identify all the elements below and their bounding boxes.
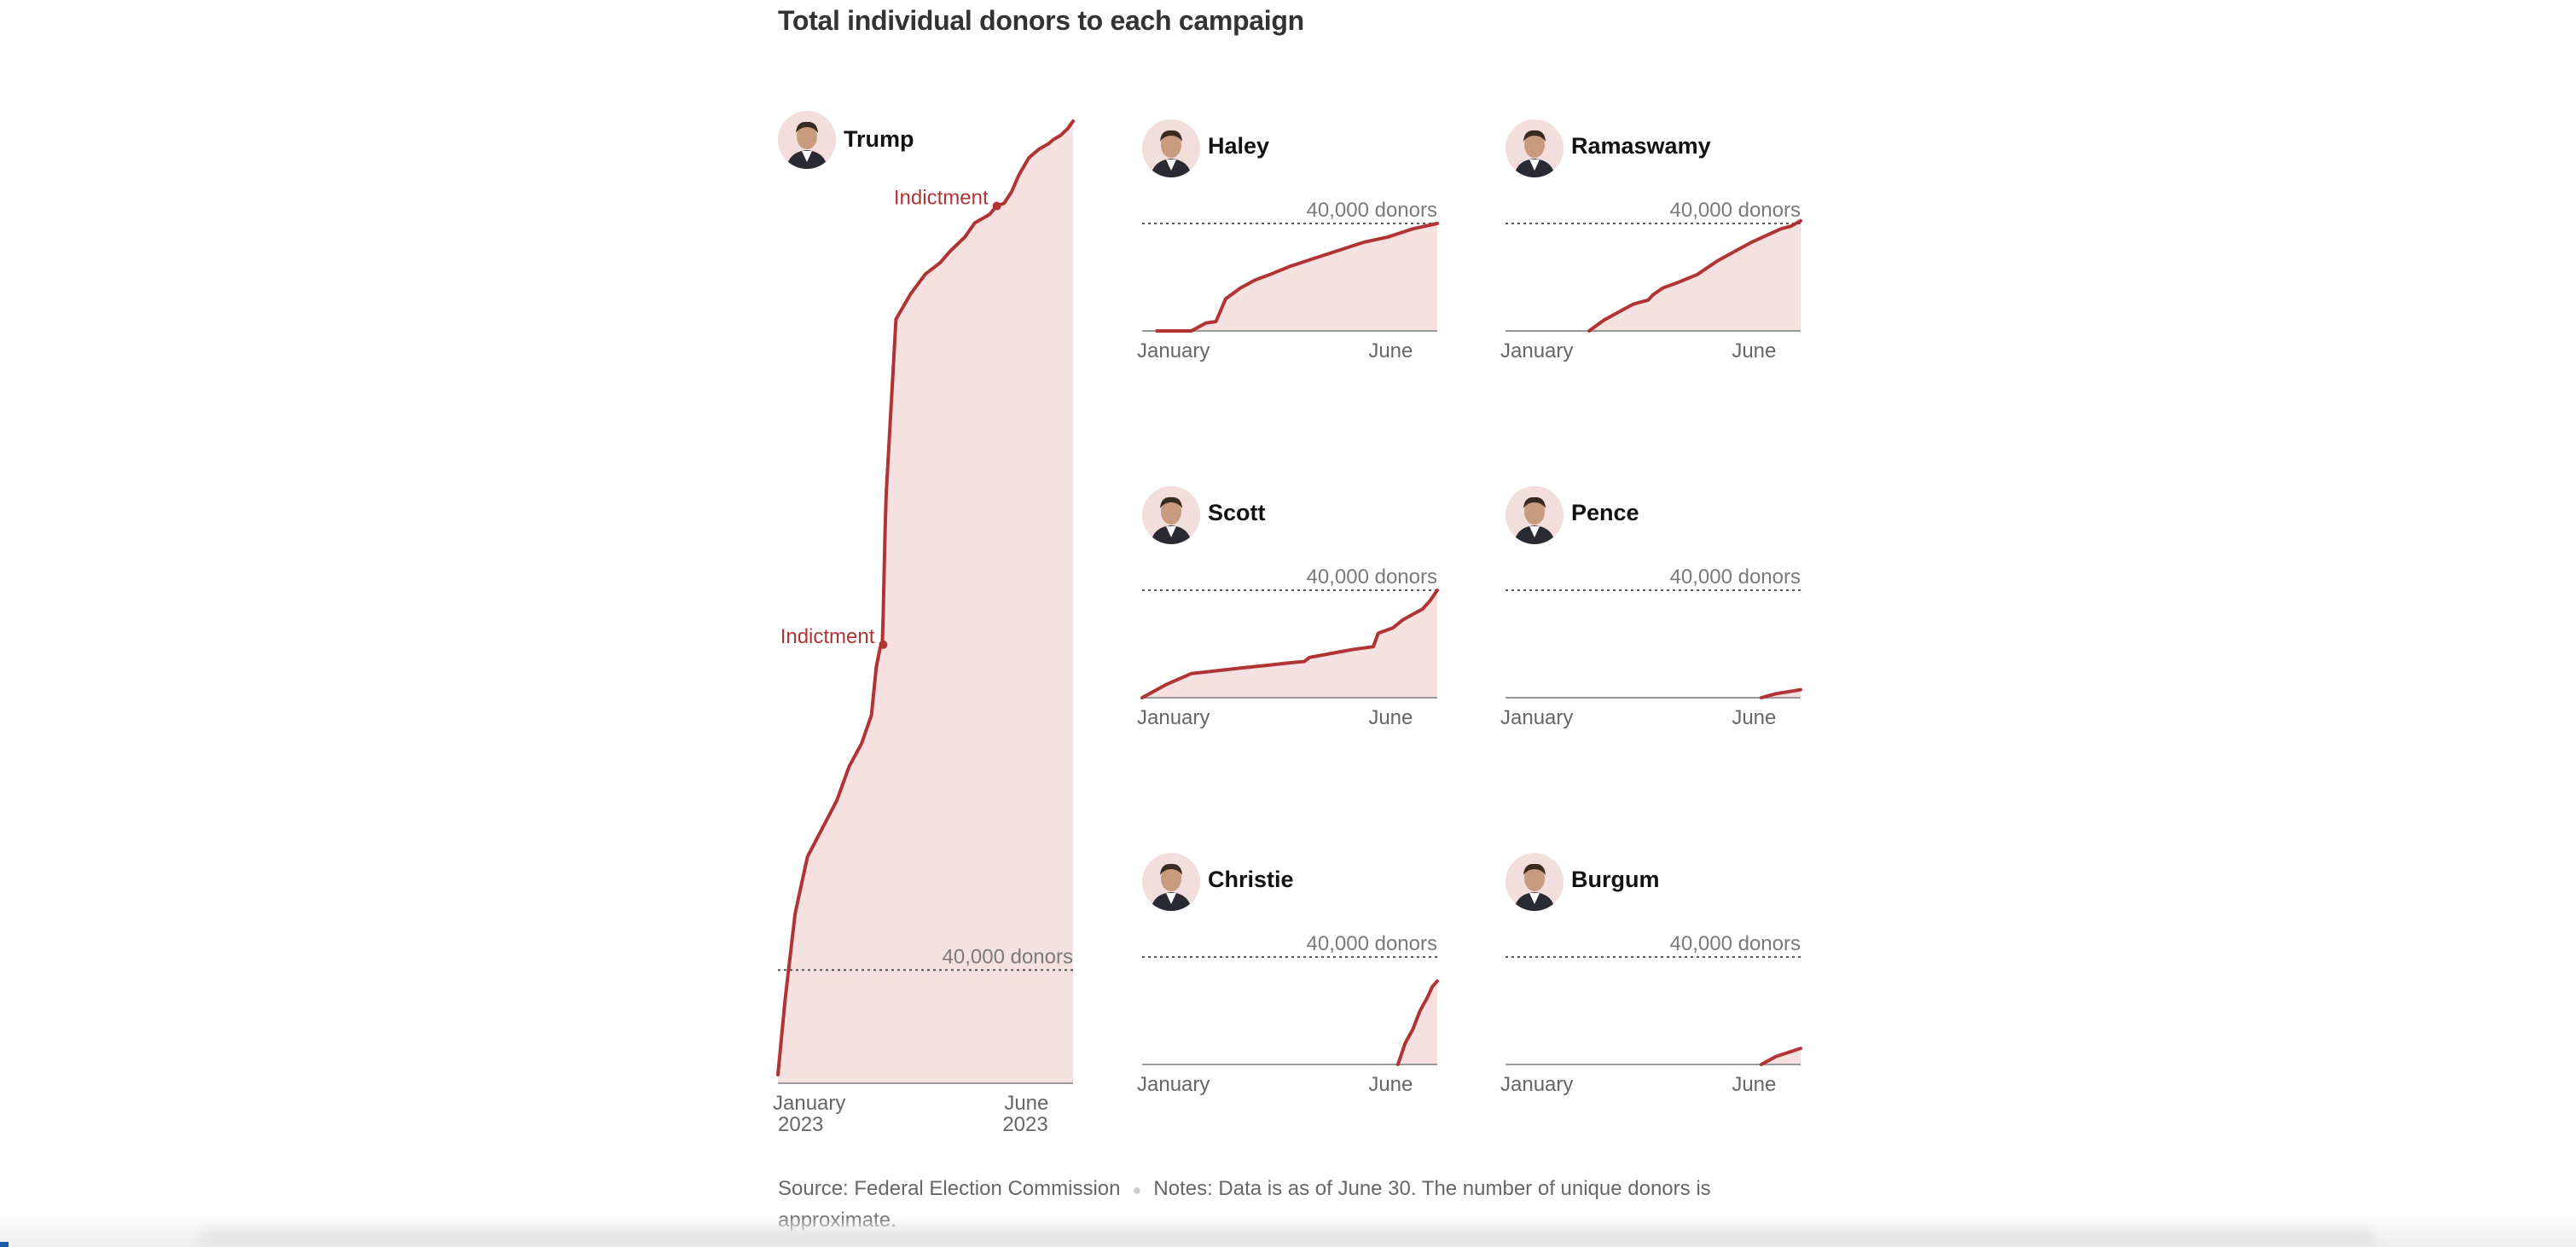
chart-page: Total individual donors to each campaign…: [0, 0, 2576, 1247]
chart-haley: 40,000 donors January June: [1137, 199, 1439, 362]
x-tick-label: June: [1004, 1092, 1048, 1115]
x-tick-label: June: [1368, 706, 1413, 729]
threshold-label: 40,000 donors: [1307, 199, 1437, 222]
x-tick-label: January: [1500, 706, 1573, 729]
source-note: Source: Federal Election Commission: [778, 1177, 1121, 1200]
panel-christie: Christie 40,000 donors January June: [1137, 850, 1439, 1124]
window-corner: [0, 1242, 9, 1247]
threshold-label: 40,000 donors: [1307, 932, 1437, 955]
chart-scott: 40,000 donors January June: [1137, 566, 1439, 729]
threshold-label: 40,000 donors: [1670, 199, 1801, 222]
area-fill-trump: [778, 121, 1073, 1083]
panel-scott: Scott 40,000 donors January June: [1137, 483, 1439, 757]
x-tick-sublabel: 2023: [778, 1113, 823, 1136]
x-tick-label: June: [1732, 706, 1776, 729]
indictment-marker: [992, 201, 1001, 211]
indictment-label: Indictment: [894, 187, 989, 210]
x-tick-label: January: [1500, 1073, 1573, 1096]
chart-ramaswamy: 40,000 donors January June: [1500, 199, 1802, 362]
x-tick-sublabel: 2023: [1002, 1113, 1047, 1136]
chart-christie: 40,000 donors January June: [1137, 932, 1439, 1096]
x-tick-label: January: [773, 1092, 845, 1115]
panel-burgum: Burgum 40,000 donors January June: [1500, 850, 1802, 1124]
x-tick-label: January: [1137, 706, 1210, 729]
separator-dot: ●: [1132, 1181, 1142, 1198]
threshold-label: 40,000 donors: [943, 945, 1073, 968]
x-tick-label: January: [1137, 339, 1210, 362]
bottom-shadow-edge: [196, 1228, 2380, 1247]
x-tick-label: June: [1368, 1073, 1413, 1096]
x-tick-label: January: [1137, 1073, 1210, 1096]
chart-burgum: 40,000 donors January June: [1500, 932, 1802, 1096]
chart-trump: 40,000 donors Indictment Indictment January…: [773, 119, 1075, 1136]
panel-haley: Haley 40,000 donors January June: [1137, 116, 1439, 391]
area-fill-scott: [1142, 590, 1437, 698]
area-fill-haley: [1157, 223, 1437, 331]
panel-trump: Trump 40,000 donors Indictment Indictment Ja…: [773, 111, 1075, 1143]
panel-pence: Pence 40,000 donors January June: [1500, 483, 1802, 757]
chart-pence: 40,000 donors January June: [1500, 566, 1802, 729]
threshold-label: 40,000 donors: [1307, 566, 1437, 589]
threshold-label: 40,000 donors: [1670, 932, 1801, 955]
indictment-label: Indictment: [780, 625, 875, 648]
chart-title: Total individual donors to each campaign: [778, 5, 1304, 36]
threshold-label: 40,000 donors: [1670, 566, 1801, 589]
x-tick-label: June: [1732, 1073, 1776, 1096]
x-tick-label: June: [1368, 339, 1413, 362]
indictment-marker: [879, 640, 888, 649]
panel-ramaswamy: Ramaswamy 40,000 donors January June: [1500, 116, 1802, 391]
x-tick-label: January: [1500, 339, 1573, 362]
x-tick-label: June: [1732, 339, 1776, 362]
